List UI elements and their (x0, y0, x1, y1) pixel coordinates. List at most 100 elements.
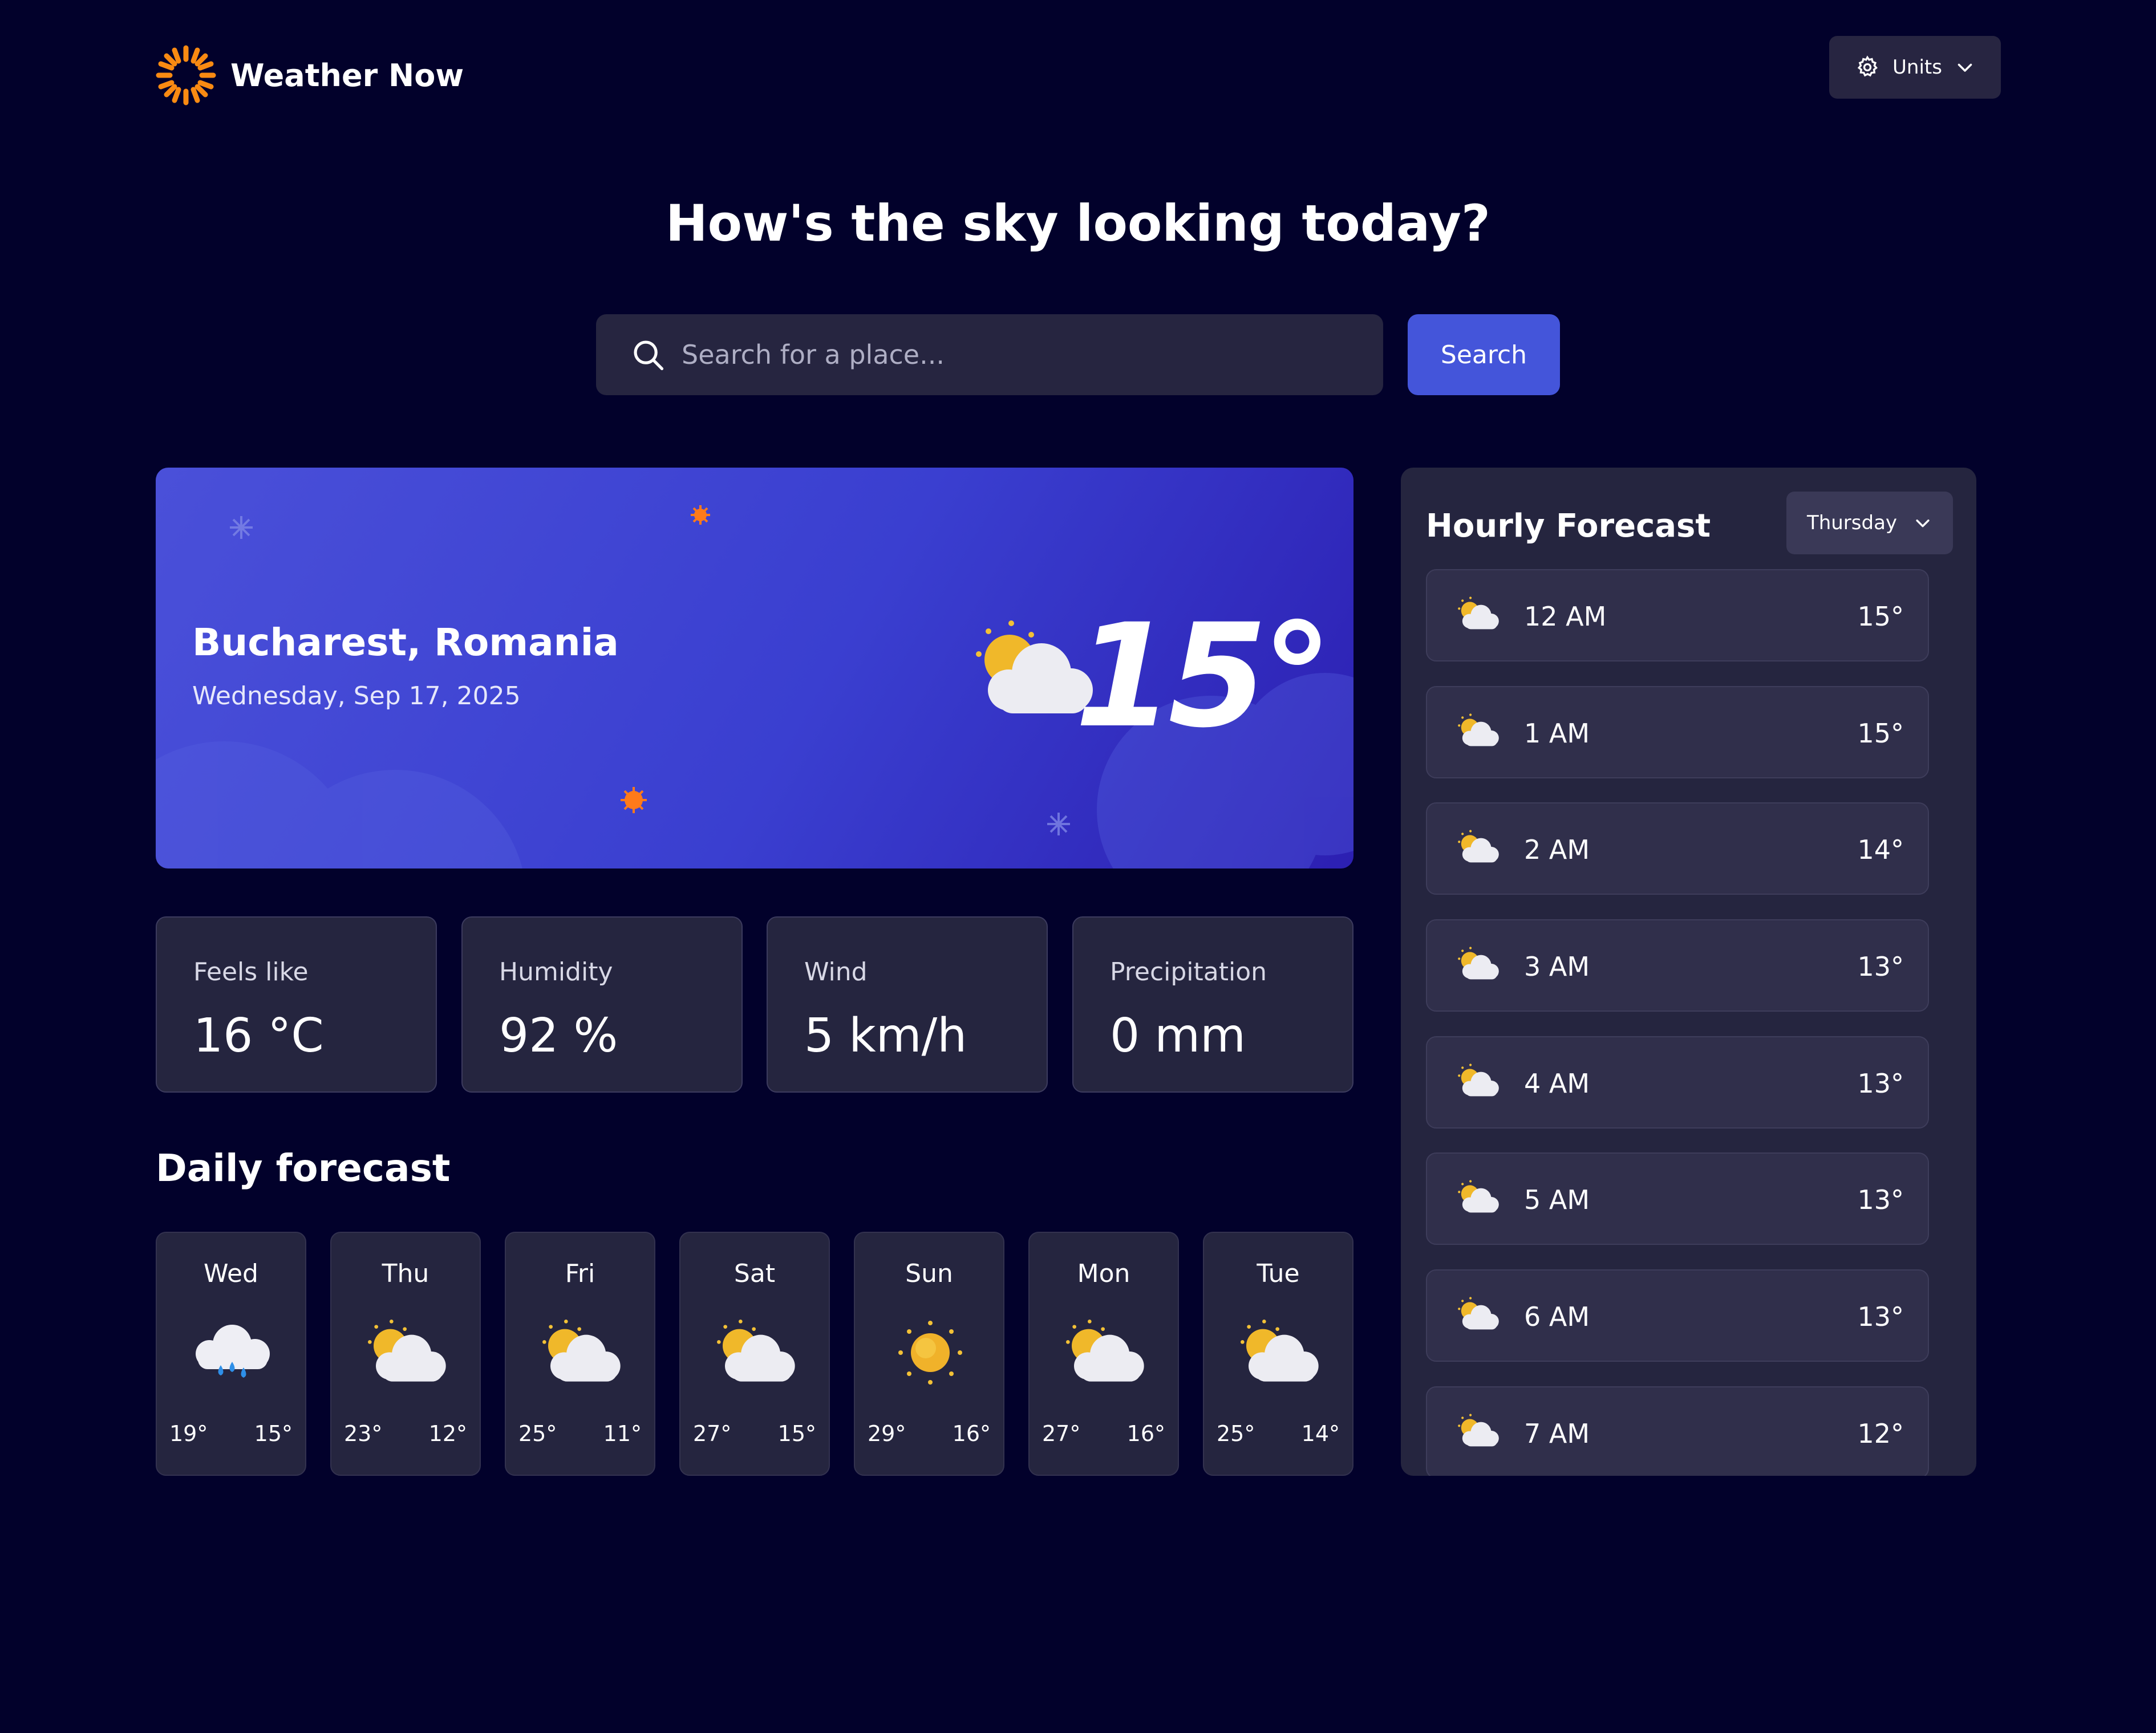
search-field[interactable] (596, 314, 1383, 395)
metric-label: Feels like (193, 957, 309, 987)
hour-temp: 15° (1857, 601, 1904, 632)
day-name: Sat (733, 1259, 776, 1288)
hour-temp: 13° (1857, 1068, 1904, 1099)
day-low: 14° (1301, 1421, 1340, 1446)
hour-row: 1 AM 15° (1426, 686, 1929, 778)
current-date: Wednesday, Sep 17, 2025 (192, 681, 521, 711)
partly-cloudy-icon (1458, 830, 1499, 863)
day-name: Fri (565, 1259, 595, 1288)
metric-label: Precipitation (1110, 957, 1267, 987)
daily-forecast-title: Daily forecast (156, 1146, 451, 1190)
weather-app: Weather Now Units How's the sky looking … (0, 0, 2156, 1733)
chevron-down-icon (1916, 520, 1930, 527)
day-high: 25° (518, 1421, 557, 1446)
search-button[interactable]: Search (1408, 314, 1560, 395)
metric-wind: Wind 5 km/h (767, 916, 1048, 1093)
partly-cloudy-icon (1458, 1180, 1499, 1213)
hour-row: 3 AM 13° (1426, 919, 1929, 1012)
partly-cloudy-icon (1241, 1320, 1319, 1382)
day-card-mon: Mon 27° 16° (1028, 1232, 1179, 1476)
app-logo[interactable]: Weather Now (155, 44, 464, 106)
gear-icon (1857, 55, 1878, 77)
day-low: 11° (603, 1421, 642, 1446)
partly-cloudy-icon (368, 1320, 446, 1382)
metric-value: 16 °C (193, 1009, 324, 1063)
partly-cloudy-icon (1066, 1320, 1144, 1382)
hourly-forecast-panel[interactable]: Hourly Forecast Thursday 12 AM 15° 1 AM (1401, 468, 1976, 1476)
day-low: 15° (254, 1421, 293, 1446)
day-select-dropdown[interactable]: Thursday (1786, 492, 1953, 554)
day-high: 27° (1042, 1421, 1081, 1446)
partly-cloudy-icon (717, 1320, 795, 1382)
hour-temp: 14° (1857, 834, 1904, 865)
hour-temp: 13° (1857, 1184, 1904, 1215)
partly-cloudy-icon (1458, 1297, 1499, 1330)
hour-time: 1 AM (1524, 718, 1590, 749)
partly-cloudy-icon (1458, 713, 1499, 746)
hour-time: 2 AM (1524, 834, 1590, 865)
current-temperature: 15° (1075, 593, 1333, 759)
day-high: 29° (868, 1421, 906, 1446)
hour-time: 6 AM (1524, 1301, 1590, 1332)
metric-label: Wind (804, 957, 868, 987)
metric-value: 92 % (499, 1009, 618, 1063)
day-name: Thu (382, 1259, 429, 1288)
hour-temp: 13° (1857, 1301, 1904, 1332)
search-icon (634, 340, 664, 371)
partly-cloudy-icon (1458, 1064, 1499, 1097)
hour-temp: 15° (1857, 718, 1904, 749)
hour-row: 6 AM 13° (1426, 1269, 1929, 1362)
units-label: Units (1892, 56, 1942, 79)
app-name: Weather Now (230, 57, 464, 94)
day-low: 12° (428, 1421, 467, 1446)
sun-icon (898, 1321, 962, 1385)
day-card-sun: Sun 29° 16° (854, 1232, 1004, 1476)
day-name: Sun (905, 1259, 953, 1288)
partly-cloudy-icon (1458, 596, 1499, 630)
location-name: Bucharest, Romania (192, 620, 619, 664)
metric-value: 0 mm (1110, 1009, 1246, 1063)
metric-humidity: Humidity 92 % (461, 916, 743, 1093)
partly-cloudy-icon (1458, 947, 1499, 980)
hour-time: 12 AM (1524, 601, 1607, 632)
hour-time: 3 AM (1524, 951, 1590, 982)
units-button[interactable]: Units (1829, 36, 2001, 99)
page-title: How's the sky looking today? (666, 194, 1490, 253)
chevron-down-icon (1958, 63, 1972, 72)
day-high: 23° (344, 1421, 383, 1446)
day-high: 25° (1217, 1421, 1255, 1446)
hour-time: 4 AM (1524, 1068, 1590, 1099)
day-card-sat: Sat 27° 15° (679, 1232, 830, 1476)
day-card-thu: Thu 23° 12° (330, 1232, 481, 1476)
metric-label: Humidity (499, 957, 613, 987)
day-card-tue: Tue 25° 14° (1203, 1232, 1353, 1476)
day-name: Tue (1257, 1259, 1300, 1288)
day-low: 16° (952, 1421, 991, 1446)
hourly-forecast-title: Hourly Forecast (1426, 508, 1711, 545)
metric-precipitation: Precipitation 0 mm (1072, 916, 1353, 1093)
day-low: 16° (1126, 1421, 1165, 1446)
sun-logo-icon (156, 45, 216, 105)
rain-icon (196, 1325, 270, 1378)
day-low: 15° (777, 1421, 816, 1446)
hour-row: 5 AM 13° (1426, 1152, 1929, 1245)
partly-cloudy-icon (1458, 1414, 1499, 1447)
partly-cloudy-icon (542, 1320, 621, 1382)
metric-feels-like: Feels like 16 °C (156, 916, 437, 1093)
hour-time: 5 AM (1524, 1184, 1590, 1215)
day-name: Mon (1077, 1259, 1130, 1288)
day-card-fri: Fri 25° 11° (505, 1232, 655, 1476)
day-high: 19° (169, 1421, 208, 1446)
hour-temp: 13° (1857, 951, 1904, 982)
metric-value: 5 km/h (804, 1009, 967, 1063)
day-card-wed: Wed 19° 15° (156, 1232, 306, 1476)
hour-row: 7 AM 12° (1426, 1386, 1929, 1476)
hour-temp: 12° (1857, 1418, 1904, 1449)
day-name: Wed (204, 1259, 258, 1288)
hour-row: 2 AM 14° (1426, 802, 1929, 895)
hour-time: 7 AM (1524, 1418, 1590, 1449)
search-input[interactable] (682, 339, 1366, 370)
selected-day: Thursday (1806, 512, 1898, 534)
hour-row: 4 AM 13° (1426, 1036, 1929, 1129)
day-high: 27° (693, 1421, 732, 1446)
